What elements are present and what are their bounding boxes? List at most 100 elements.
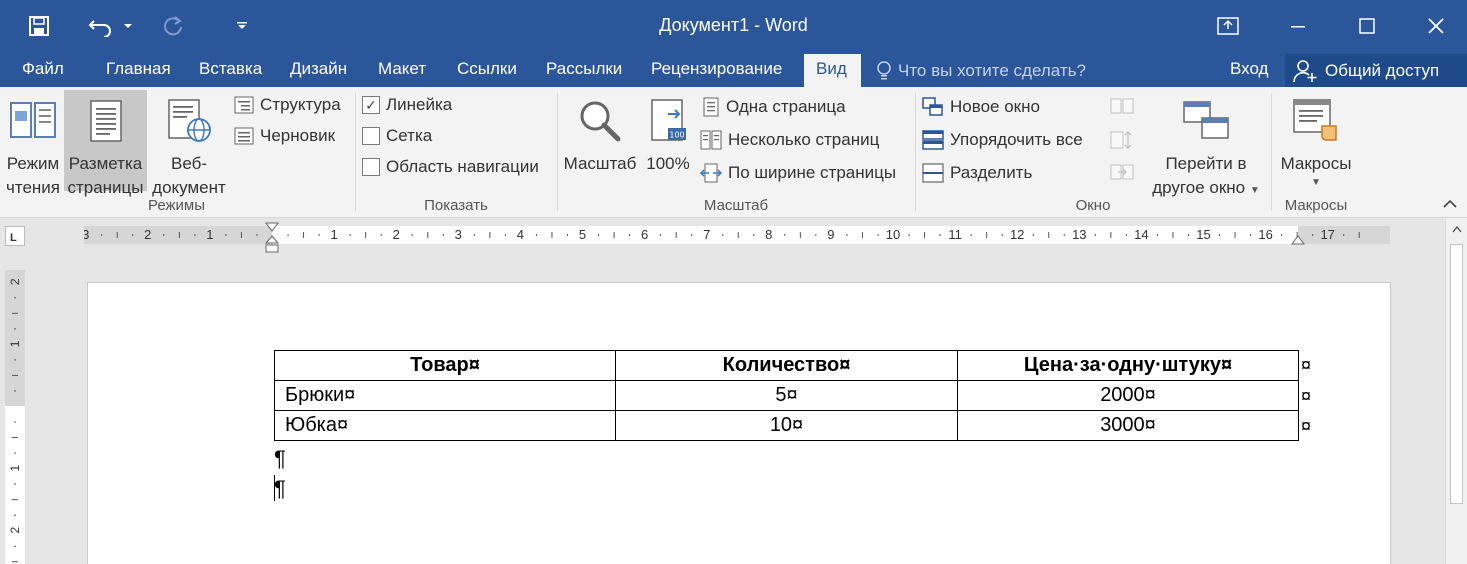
ruler-tick <box>349 234 351 236</box>
outline-button[interactable]: Структура <box>234 91 341 119</box>
end-of-row-mark: ¤ <box>1301 386 1312 406</box>
table-cell[interactable]: Брюки¤ <box>274 380 616 411</box>
table-cell[interactable]: 10¤ <box>615 410 958 441</box>
ruler-checkbox[interactable]: ✓ Линейка <box>362 91 452 119</box>
table-header-cell[interactable]: Цена·за·одну·штуку¤ <box>957 350 1299 381</box>
table-header-row: Товар¤ Количество¤ Цена·за·одну·штуку¤ <box>274 350 1299 381</box>
right-indent-marker[interactable] <box>1291 235 1305 247</box>
table-cell[interactable]: 2000¤ <box>957 380 1299 411</box>
close-icon <box>1428 18 1444 34</box>
ruler-tick <box>473 234 475 236</box>
tab-file[interactable]: Файл <box>14 54 72 87</box>
magnifier-icon <box>580 101 621 142</box>
table-row: Брюки¤ 5¤ 2000¤ <box>274 380 1299 411</box>
ruler-tick <box>551 232 553 238</box>
vertical-scrollbar[interactable] <box>1445 218 1467 564</box>
ruler-tick <box>629 234 631 236</box>
tab-mailings[interactable]: Рассылки <box>538 54 630 87</box>
ruler-tick <box>1312 234 1314 236</box>
new-window-button[interactable]: Новое окно <box>922 93 1040 121</box>
page-width-label: По ширине страницы <box>728 163 897 182</box>
ruler-tick <box>1110 232 1112 238</box>
horizontal-ruler[interactable]: 3 2 1 1 2 3 4 5 6 7 8 9 10 11 12 13 14 15 16 17 <box>84 222 1390 253</box>
ruler-tick <box>14 452 16 454</box>
ruler-label: 11 <box>948 227 962 242</box>
one-page-button[interactable]: Одна страница <box>702 93 846 121</box>
zoom-100-button[interactable]: 100 100% <box>643 90 693 176</box>
zoom-button[interactable]: Масштаб <box>561 90 639 176</box>
close-button[interactable] <box>1414 8 1458 44</box>
switch-windows-icon <box>1183 101 1229 139</box>
scroll-thumb[interactable] <box>1450 244 1463 504</box>
reset-window-position-button[interactable] <box>1110 159 1134 187</box>
hanging-indent-marker[interactable] <box>265 235 279 257</box>
share-button[interactable]: Общий доступ <box>1285 54 1467 87</box>
ruler-tick <box>1343 234 1345 236</box>
document-table[interactable]: Товар¤ Количество¤ Цена·за·одну·штуку¤ Б… <box>274 350 1299 441</box>
ruler-label: 10 <box>886 227 900 242</box>
reset-window-position-icon <box>1110 164 1134 180</box>
ruler-tick <box>132 234 134 236</box>
paragraph-mark[interactable]: ¶ <box>274 476 286 502</box>
gridlines-checkbox[interactable]: Сетка <box>362 122 432 150</box>
tab-selector[interactable]: L <box>5 226 25 246</box>
tab-review[interactable]: Рецензирование <box>643 54 790 87</box>
scroll-up-button[interactable] <box>1446 218 1467 240</box>
switch-windows-button[interactable]: Перейти в другое окно ▼ <box>1146 90 1266 203</box>
ruler-label: 13 <box>1072 227 1086 242</box>
ruler-tick <box>14 545 16 547</box>
sign-in-link[interactable]: Вход <box>1230 54 1268 87</box>
ribbon-display-icon <box>1217 17 1239 35</box>
minimize-button[interactable] <box>1276 8 1320 44</box>
collapse-ribbon-button[interactable] <box>1442 197 1462 215</box>
ruler-tick <box>225 234 227 236</box>
table-cell[interactable]: 5¤ <box>615 380 958 411</box>
table-header-cell[interactable]: Товар¤ <box>274 350 616 381</box>
ruler-tick <box>660 234 662 236</box>
ruler-tick <box>12 499 18 501</box>
macros-button[interactable]: Макросы ▼ <box>1276 90 1356 190</box>
ruler-label: 6 <box>641 227 648 242</box>
new-window-icon <box>922 97 943 116</box>
read-mode-button[interactable]: Режим чтения <box>2 90 64 200</box>
one-page-label: Одна страница <box>726 97 846 116</box>
maximize-button[interactable] <box>1345 8 1389 44</box>
ruler-tick <box>287 234 289 236</box>
tab-references[interactable]: Ссылки <box>449 54 525 87</box>
multiple-pages-button[interactable]: Несколько страниц <box>700 126 879 154</box>
split-button[interactable]: Разделить <box>922 159 1032 187</box>
tab-design[interactable]: Дизайн <box>282 54 355 87</box>
view-side-by-side-button[interactable] <box>1110 93 1134 121</box>
first-line-indent-marker[interactable] <box>265 222 279 234</box>
table-cell[interactable]: Юбка¤ <box>274 410 616 441</box>
navigation-pane-checkbox[interactable]: Область навигации <box>362 153 539 181</box>
group-label-window: Окно <box>1075 197 1111 214</box>
draft-button[interactable]: Черновик <box>234 122 335 150</box>
vertical-ruler[interactable]: 2 1 1 2 <box>5 270 25 564</box>
table-header-cell[interactable]: Количество¤ <box>615 350 958 381</box>
page-width-button[interactable]: По ширине страницы <box>700 159 896 187</box>
tab-view[interactable]: Вид <box>804 54 861 87</box>
group-label-macros: Макросы <box>1284 197 1348 214</box>
tab-layout[interactable]: Макет <box>370 54 434 87</box>
web-layout-button[interactable]: Веб- документ <box>148 90 230 200</box>
ruler-tick <box>815 234 817 236</box>
arrange-all-button[interactable]: Упорядочить все <box>922 126 1083 154</box>
table-cell[interactable]: 3000¤ <box>957 410 1299 441</box>
paragraph-mark[interactable]: ¶ <box>274 446 286 472</box>
print-layout-button[interactable]: Разметка страницы <box>64 90 147 197</box>
ruler-tick <box>256 234 258 236</box>
ribbon-tab-row: Файл Главная Вставка Дизайн Макет Ссылки… <box>0 54 1467 87</box>
arrange-all-icon <box>922 130 944 150</box>
ruler-tick <box>1219 234 1221 236</box>
ruler-tick <box>1063 234 1065 236</box>
ruler-label: 2 <box>144 227 151 242</box>
ruler-tick <box>722 234 724 236</box>
tell-me-search[interactable]: Что вы хотите сделать? <box>876 54 1086 87</box>
synchronous-scrolling-button[interactable] <box>1110 126 1134 154</box>
ribbon-display-options-button[interactable] <box>1206 8 1250 44</box>
tab-insert[interactable]: Вставка <box>191 54 270 87</box>
tab-home[interactable]: Главная <box>98 54 179 87</box>
document-page[interactable]: Товар¤ Количество¤ Цена·за·одну·штуку¤ Б… <box>87 282 1391 564</box>
share-label: Общий доступ <box>1325 60 1440 80</box>
